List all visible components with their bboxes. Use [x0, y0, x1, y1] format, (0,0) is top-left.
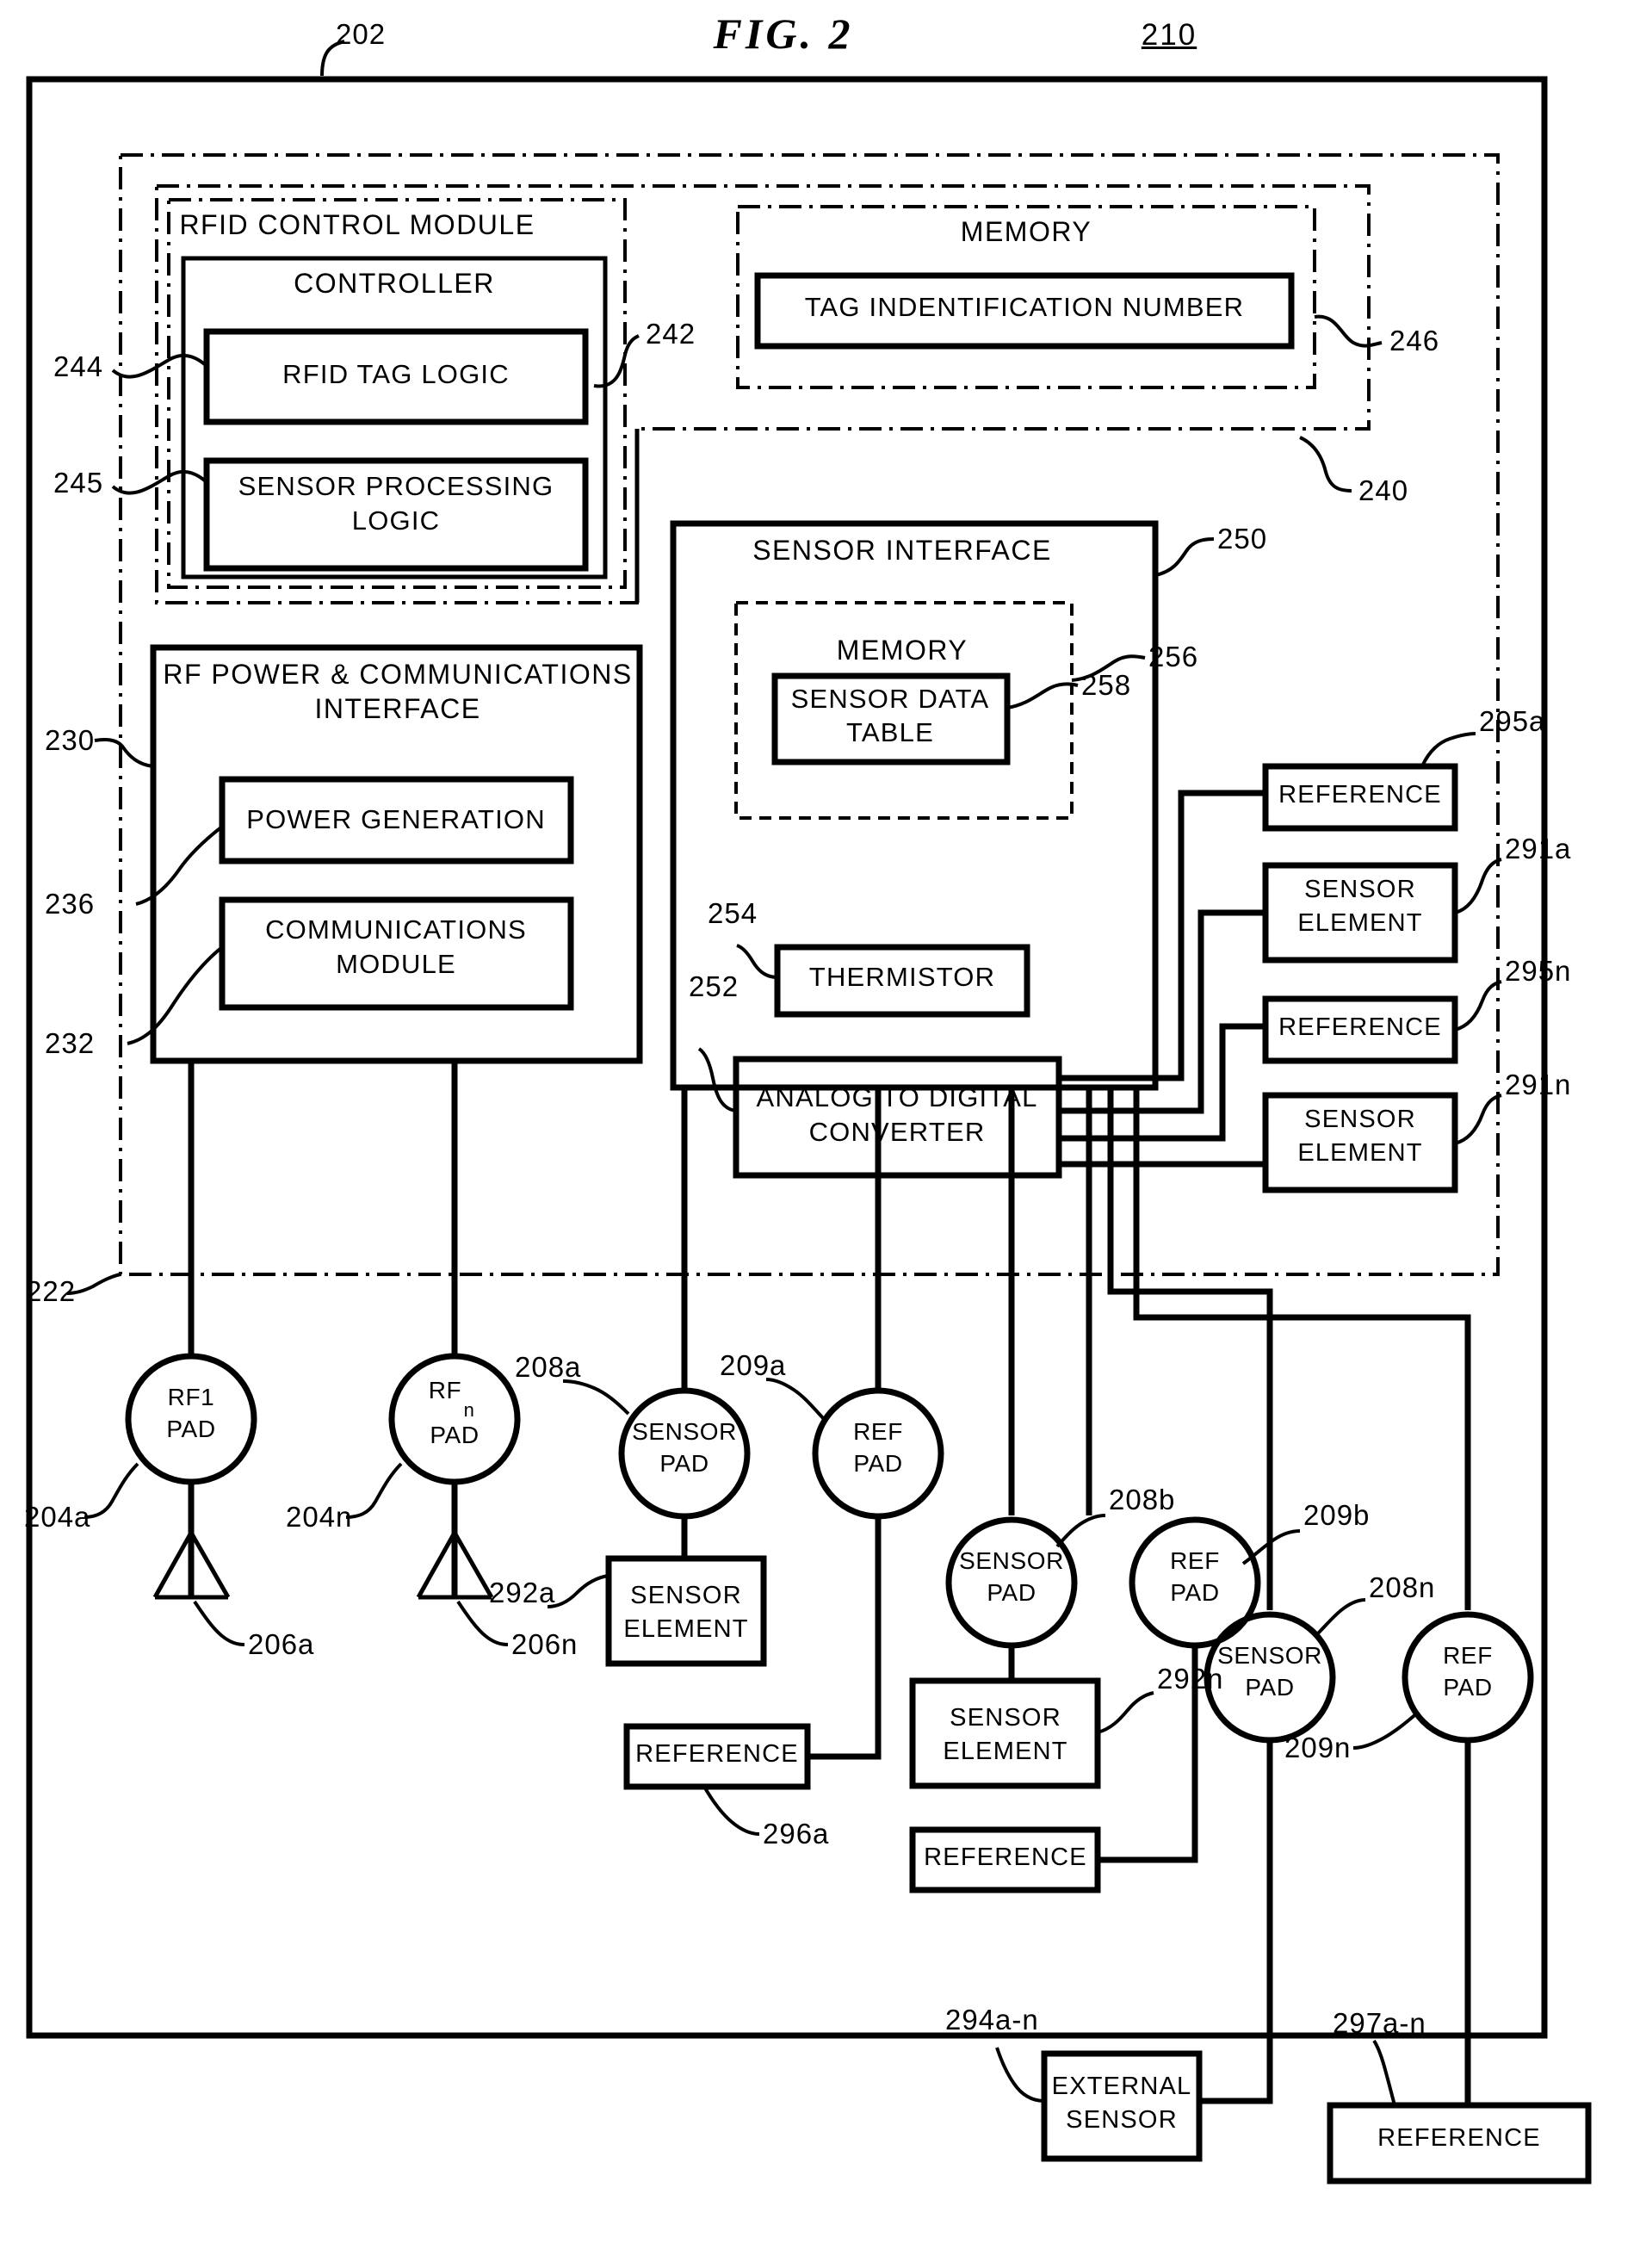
sensor-pad-208b-line2: PAD — [987, 1579, 1036, 1606]
rf1-pad-line1: RF1 — [167, 1384, 215, 1410]
assembly-ref-210: 210 — [1141, 18, 1197, 52]
tag-identification-number-label: TAG INDENTIFICATION NUMBER — [804, 292, 1245, 322]
ref-236: 236 — [45, 888, 96, 920]
ref-208a: 208a — [515, 1351, 582, 1383]
ref-242: 242 — [646, 318, 696, 350]
ref-246: 246 — [1389, 325, 1440, 356]
ref-pad-209b-line1: REF — [1170, 1547, 1220, 1574]
sensor-pad-208n-line1: SENSOR — [1217, 1642, 1322, 1669]
ref-206n: 206n — [511, 1628, 579, 1660]
sensor-processing-logic-line2: LOGIC — [351, 505, 441, 536]
sensor-element-291n-line1: SENSOR — [1304, 1106, 1416, 1133]
communications-module-line2: MODULE — [336, 949, 456, 979]
ref-222: 222 — [26, 1275, 77, 1307]
ref-208b: 208b — [1109, 1484, 1176, 1515]
ref-232: 232 — [45, 1027, 96, 1059]
ref-291n: 291n — [1505, 1069, 1572, 1100]
ref-206a: 206a — [248, 1628, 315, 1660]
ref-292n: 292n — [1157, 1663, 1224, 1695]
patent-figure-page: .s{fill:none;stroke:#000;} .thin{stroke-… — [0, 0, 1646, 2268]
ref-240: 240 — [1358, 474, 1409, 506]
communications-module-line1: COMMUNICATIONS — [265, 914, 527, 945]
rfn-pad-subscript: n — [463, 1399, 475, 1421]
rfid-control-module-title: RFID CONTROL MODULE — [179, 209, 535, 240]
reference-296n-label: REFERENCE — [924, 1844, 1087, 1871]
external-sensor-line2: SENSOR — [1066, 2106, 1178, 2134]
ref-204n: 204n — [286, 1501, 353, 1533]
reference-295n-label: REFERENCE — [1278, 1013, 1442, 1041]
reference-295a-label: REFERENCE — [1278, 781, 1442, 809]
ref-295n: 295n — [1505, 955, 1572, 987]
rfn-pad-line1: RF — [428, 1377, 462, 1404]
ref-209b: 209b — [1303, 1499, 1371, 1531]
ref-294an: 294a-n — [945, 2004, 1039, 2036]
sensor-data-table-line1: SENSOR DATA — [790, 684, 990, 714]
sensor-pad-208n-line2: PAD — [1245, 1674, 1295, 1701]
ref-297an: 297a-n — [1333, 2007, 1426, 2039]
sensor-element-291a-line2: ELEMENT — [1297, 909, 1423, 937]
ref-pad-209n-line2: PAD — [1443, 1674, 1493, 1701]
ref-292a: 292a — [489, 1577, 556, 1608]
ref-208n: 208n — [1369, 1571, 1436, 1603]
rf-power-comms-title-line2: INTERFACE — [314, 693, 481, 724]
sensor-interface-title: SENSOR INTERFACE — [752, 535, 1052, 566]
ref-245: 245 — [53, 467, 104, 499]
rfn-pad-line2: PAD — [430, 1422, 480, 1448]
sensor-element-292a-line1: SENSOR — [630, 1582, 742, 1609]
ref-250: 250 — [1217, 523, 1268, 555]
ref-230: 230 — [45, 724, 96, 756]
ref-209n: 209n — [1284, 1732, 1352, 1763]
sensor-data-table-line2: TABLE — [846, 717, 934, 747]
ref-258: 258 — [1081, 669, 1132, 701]
sensor-element-292a-line2: ELEMENT — [623, 1615, 749, 1643]
ref-pad-209a-line2: PAD — [853, 1450, 903, 1477]
ref-202: 202 — [336, 18, 387, 50]
figure-title: FIG. 2 — [713, 9, 854, 58]
thermistor-label: THERMISTOR — [808, 962, 996, 992]
ref-256: 256 — [1148, 641, 1199, 672]
ref-209a: 209a — [720, 1349, 787, 1381]
ref-254: 254 — [708, 897, 758, 929]
external-sensor-line1: EXTERNAL — [1051, 2073, 1192, 2100]
sensor-element-292n-line2: ELEMENT — [943, 1738, 1068, 1765]
ref-244: 244 — [53, 350, 104, 382]
adc-line1: ANALOG TO DIGITAL — [756, 1082, 1038, 1112]
ref-296a: 296a — [763, 1818, 830, 1850]
ref-pad-209b-line2: PAD — [1170, 1579, 1220, 1606]
ref-291a: 291a — [1505, 833, 1572, 864]
sensor-pad-208a-line1: SENSOR — [632, 1418, 737, 1445]
rf1-pad-line2: PAD — [166, 1416, 216, 1442]
rf-power-comms-title-line1: RF POWER & COMMUNICATIONS — [163, 659, 633, 690]
sensor-element-291a-line1: SENSOR — [1304, 876, 1416, 903]
sensor-element-292n-line1: SENSOR — [950, 1704, 1061, 1732]
power-generation-label: POWER GENERATION — [246, 804, 546, 834]
controller-title: CONTROLLER — [294, 268, 495, 299]
sensor-processing-logic-line1: SENSOR PROCESSING — [238, 471, 554, 501]
ref-252: 252 — [689, 970, 739, 1002]
rfid-tag-logic-label: RFID TAG LOGIC — [282, 359, 510, 389]
sensor-element-291n-line2: ELEMENT — [1297, 1139, 1423, 1167]
memory-top-title: MEMORY — [960, 216, 1092, 247]
reference-296a-label: REFERENCE — [635, 1740, 799, 1768]
ref-pad-209a-line1: REF — [853, 1418, 903, 1445]
ref-pad-209n-line1: REF — [1443, 1642, 1493, 1669]
sensor-memory-title: MEMORY — [836, 635, 968, 666]
adc-line2: CONVERTER — [808, 1117, 986, 1147]
reference-297an-label: REFERENCE — [1377, 2124, 1541, 2152]
sensor-pad-208a-line2: PAD — [659, 1450, 709, 1477]
sensor-pad-208b-line1: SENSOR — [959, 1547, 1064, 1574]
ref-204a: 204a — [24, 1501, 91, 1533]
ref-295a: 295a — [1479, 705, 1546, 737]
